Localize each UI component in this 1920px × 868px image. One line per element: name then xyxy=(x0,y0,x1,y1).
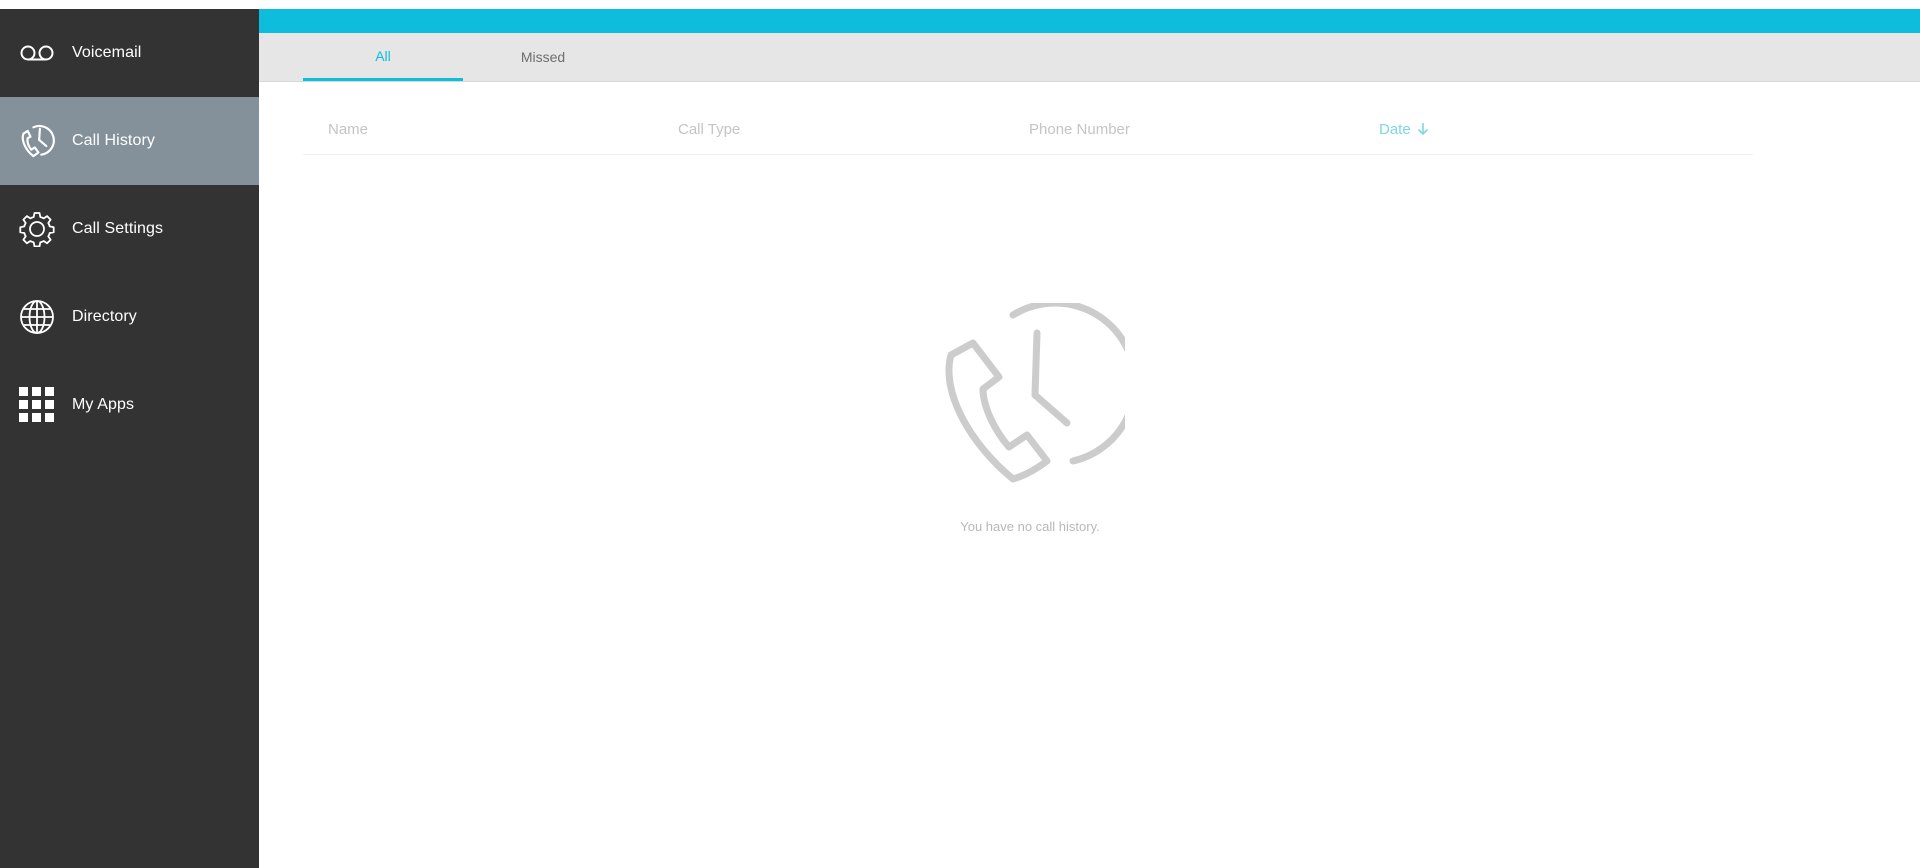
globe-icon xyxy=(19,299,55,335)
apps-grid-icon xyxy=(19,387,55,423)
app-window: Voicemail Call History Call Settings Dir… xyxy=(0,0,1920,868)
sidebar-item-label: Voicemail xyxy=(72,44,142,61)
column-header-date[interactable]: Date xyxy=(1379,105,1429,153)
main-content: All Missed Name Call Type Phone Number D… xyxy=(259,33,1920,868)
sort-down-arrow-icon xyxy=(1417,122,1429,136)
call-history-icon xyxy=(19,123,55,159)
sidebar-item-directory[interactable]: Directory xyxy=(0,273,259,361)
column-header-phone-number[interactable]: Phone Number xyxy=(1029,105,1130,153)
header-accent-bar xyxy=(259,9,1920,33)
empty-state-message: You have no call history. xyxy=(960,519,1100,534)
voicemail-icon xyxy=(19,35,55,71)
sidebar-item-label: Call History xyxy=(72,132,155,149)
empty-state: You have no call history. xyxy=(259,299,1801,534)
sidebar-item-call-history[interactable]: Call History xyxy=(0,97,259,185)
gear-icon xyxy=(19,211,55,247)
column-header-name[interactable]: Name xyxy=(328,105,368,153)
sidebar-item-voicemail[interactable]: Voicemail xyxy=(0,9,259,97)
column-header-call-type[interactable]: Call Type xyxy=(678,105,740,153)
column-header-date-label: Date xyxy=(1379,120,1411,138)
sidebar-item-label: My Apps xyxy=(72,396,135,413)
top-strip xyxy=(0,0,1920,9)
tab-bar: All Missed xyxy=(259,33,1920,82)
call-history-icon xyxy=(935,299,1139,493)
sidebar-item-label: Directory xyxy=(72,308,137,325)
sidebar-item-label: Call Settings xyxy=(72,220,164,237)
tab-missed[interactable]: Missed xyxy=(463,33,623,81)
sidebar-item-call-settings[interactable]: Call Settings xyxy=(0,185,259,273)
tab-all[interactable]: All xyxy=(303,33,463,81)
sidebar: Voicemail Call History Call Settings Dir… xyxy=(0,9,259,868)
sidebar-item-my-apps[interactable]: My Apps xyxy=(0,361,259,449)
table-header: Name Call Type Phone Number Date xyxy=(303,105,1753,155)
